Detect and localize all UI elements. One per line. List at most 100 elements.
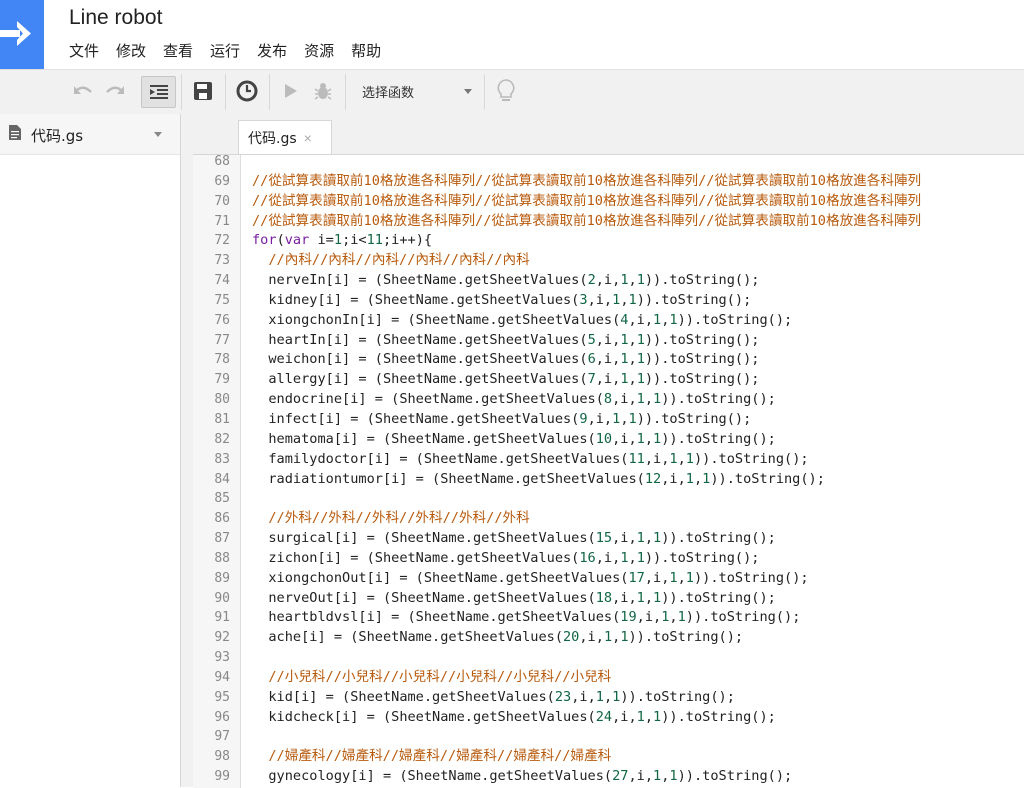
code-text: gynecology[i] = (SheetName.getSheetValue…: [252, 768, 793, 785]
code-line: 79 allergy[i] = (SheetName.getSheetValue…: [193, 370, 1024, 390]
file-item[interactable]: 代码.gs: [0, 114, 180, 155]
code-line: 76 xiongchonIn[i] = (SheetName.getSheetV…: [193, 311, 1024, 331]
code-text: nerveOut[i] = (SheetName.getSheetValues(…: [252, 589, 776, 606]
line-number: 87: [214, 531, 230, 547]
undo-button[interactable]: [68, 76, 98, 106]
line-number: 76: [214, 312, 230, 328]
redo-icon: [106, 86, 124, 94]
code-editor[interactable]: 68 69 //從試算表讀取前10格放進各科陣列//從試算表讀取前10格放進各科陣列…: [193, 154, 1024, 788]
code-line: 83 familydoctor[i] = (SheetName.getSheet…: [193, 450, 1024, 470]
triggers-button[interactable]: [232, 76, 262, 106]
chevron-down-icon[interactable]: [154, 132, 162, 137]
line-number: 96: [214, 709, 230, 725]
line-number: 68: [214, 154, 230, 169]
app-logo[interactable]: [0, 0, 44, 69]
code-line: 77 heartIn[i] = (SheetName.getSheetValue…: [193, 331, 1024, 351]
code-line: 81 infect[i] = (SheetName.getSheetValues…: [193, 410, 1024, 430]
code-text: radiationtumor[i] = (SheetName.getSheetV…: [252, 470, 825, 487]
close-icon[interactable]: ×: [304, 130, 312, 146]
code-text: kidney[i] = (SheetName.getSheetValues(3,…: [252, 291, 752, 308]
redo-button[interactable]: [100, 76, 130, 106]
line-number: 93: [214, 650, 230, 666]
code-text: endocrine[i] = (SheetName.getSheetValues…: [252, 391, 776, 408]
code-text: nerveIn[i] = (SheetName.getSheetValues(2…: [252, 272, 760, 289]
undo-icon: [74, 86, 92, 94]
line-number: 92: [214, 630, 230, 646]
code-text: zichon[i] = (SheetName.getSheetValues(16…: [252, 549, 760, 566]
menu-edit[interactable]: 修改: [116, 40, 146, 61]
code-text: //從試算表讀取前10格放進各科陣列//從試算表讀取前10格放進各科陣列//從試…: [252, 212, 922, 229]
code-text: heartbldvsl[i] = (SheetName.getSheetValu…: [252, 609, 801, 626]
line-number: 71: [214, 213, 230, 229]
function-select-label: 选择函数: [362, 85, 415, 101]
code-line: 94 //小兒科//小兒科//小兒科//小兒科//小兒科//小兒科: [193, 668, 1024, 688]
line-number: 98: [214, 749, 230, 765]
code-line: 78 weichon[i] = (SheetName.getSheetValue…: [193, 350, 1024, 370]
code-line: 98 //婦產科//婦產科//婦產科//婦產科//婦產科//婦產科: [193, 747, 1024, 767]
code-line: 69 //從試算表讀取前10格放進各科陣列//從試算表讀取前10格放進各科陣列//…: [193, 172, 1024, 192]
code-text: weichon[i] = (SheetName.getSheetValues(6…: [252, 351, 760, 368]
menu-view[interactable]: 查看: [163, 40, 193, 61]
play-icon: [285, 84, 297, 98]
code-text: //婦產科//婦產科//婦產科//婦產科//婦產科//婦產科: [268, 748, 612, 765]
menu-bar: 文件 修改 查看 运行 发布 资源 帮助: [69, 40, 398, 61]
line-number: 95: [214, 689, 230, 705]
line-number: 69: [214, 173, 230, 189]
code-line: 80 endocrine[i] = (SheetName.getSheetVal…: [193, 390, 1024, 410]
code-text: //小兒科//小兒科//小兒科//小兒科//小兒科//小兒科: [268, 668, 612, 685]
indent-button[interactable]: [141, 76, 176, 108]
code-lines: 68 69 //從試算表讀取前10格放進各科陣列//從試算表讀取前10格放進各科陣列…: [193, 154, 1024, 787]
line-number: 77: [214, 332, 230, 348]
code-text: allergy[i] = (SheetName.getSheetValues(7…: [252, 371, 760, 388]
code-line: 93: [193, 648, 1024, 668]
code-text: xiongchonOut[i] = (SheetName.getSheetVal…: [252, 569, 809, 586]
run-button[interactable]: [276, 76, 306, 106]
code-line: 96 kidcheck[i] = (SheetName.getSheetValu…: [193, 708, 1024, 728]
code-line: 68: [193, 154, 1024, 172]
menu-run[interactable]: 运行: [210, 40, 240, 61]
line-number: 72: [214, 233, 230, 249]
line-number: 73: [214, 253, 230, 269]
line-number: 89: [214, 570, 230, 586]
line-number: 86: [214, 511, 230, 527]
code-line: 85: [193, 489, 1024, 509]
code-line: 97: [193, 727, 1024, 747]
debug-button[interactable]: [308, 76, 338, 106]
code-text: //從試算表讀取前10格放進各科陣列//從試算表讀取前10格放進各科陣列//從試…: [252, 172, 922, 189]
code-text: xiongchonIn[i] = (SheetName.getSheetValu…: [252, 311, 793, 328]
code-text: heartIn[i] = (SheetName.getSheetValues(5…: [252, 331, 760, 348]
line-number: 94: [214, 669, 230, 685]
app-title[interactable]: Line robot: [69, 6, 162, 30]
line-number: 78: [214, 352, 230, 368]
arrow-right-icon: [0, 21, 31, 46]
tab-code-gs[interactable]: 代码.gs ×: [238, 120, 332, 155]
line-number: 79: [214, 372, 230, 388]
menu-help[interactable]: 帮助: [351, 40, 381, 61]
line-number: 81: [214, 411, 230, 427]
save-button[interactable]: [188, 76, 218, 106]
code-line: 82 hematoma[i] = (SheetName.getSheetValu…: [193, 430, 1024, 450]
toolbar: 选择函数: [0, 69, 1024, 115]
code-line: 92 ache[i] = (SheetName.getSheetValues(2…: [193, 628, 1024, 648]
file-name: 代码.gs: [31, 127, 84, 145]
line-number: 82: [214, 431, 230, 447]
code-line: 91 heartbldvsl[i] = (SheetName.getSheetV…: [193, 608, 1024, 628]
chevron-down-icon: [464, 89, 472, 94]
function-select[interactable]: 选择函数: [352, 76, 478, 106]
line-number: 70: [214, 193, 230, 209]
code-line: 87 surgical[i] = (SheetName.getSheetValu…: [193, 529, 1024, 549]
code-line: 70 //從試算表讀取前10格放進各科陣列//從試算表讀取前10格放進各科陣列//…: [193, 192, 1024, 212]
save-icon: [194, 82, 212, 100]
menu-file[interactable]: 文件: [69, 40, 99, 61]
code-text: //內科//內科//內科//內科//內科//內科: [268, 252, 530, 269]
code-line: 95 kid[i] = (SheetName.getSheetValues(23…: [193, 688, 1024, 708]
menu-publish[interactable]: 发布: [257, 40, 287, 61]
line-number: 84: [214, 471, 230, 487]
line-number: 83: [214, 451, 230, 467]
hint-button[interactable]: [492, 76, 520, 106]
code-line: 88 zichon[i] = (SheetName.getSheetValues…: [193, 549, 1024, 569]
code-text: kidcheck[i] = (SheetName.getSheetValues(…: [252, 708, 776, 725]
line-number: 88: [214, 550, 230, 566]
code-line: 89 xiongchonOut[i] = (SheetName.getSheet…: [193, 569, 1024, 589]
menu-resources[interactable]: 资源: [304, 40, 334, 61]
